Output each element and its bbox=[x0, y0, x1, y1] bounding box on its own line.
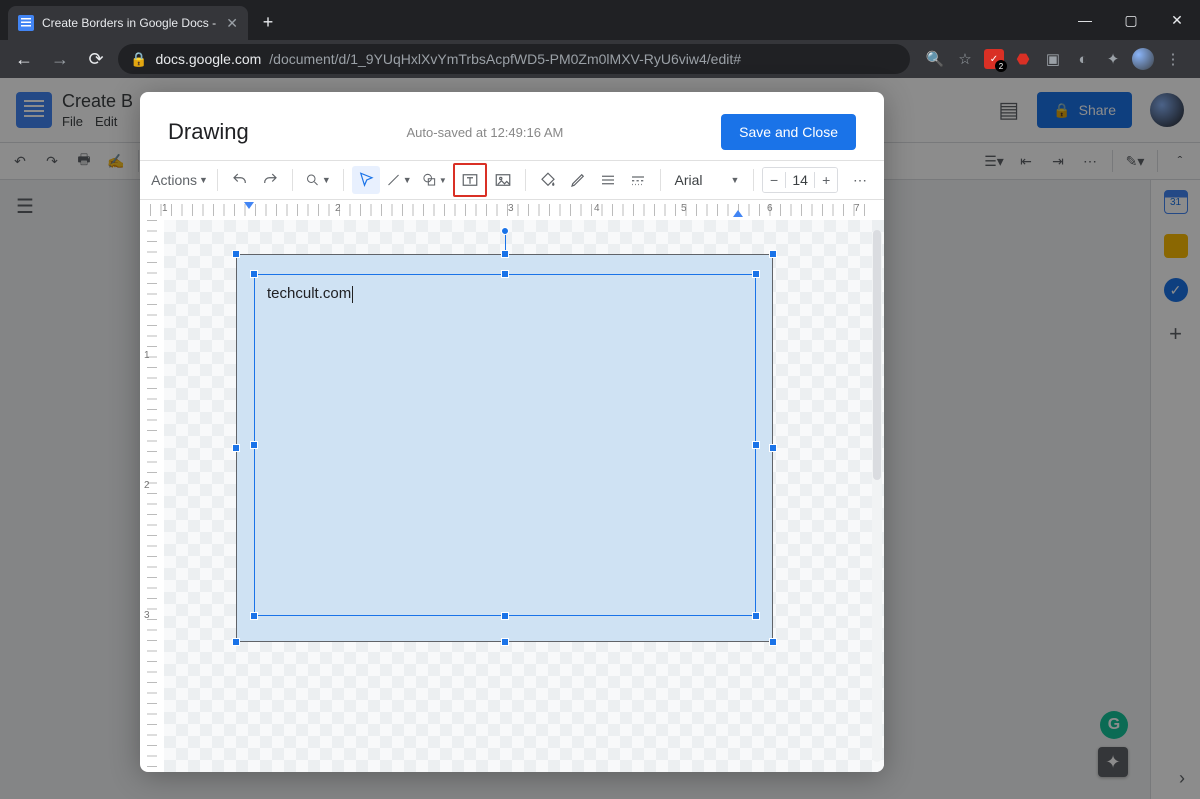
resize-handle-sw[interactable] bbox=[232, 638, 240, 646]
tb-handle-e[interactable] bbox=[752, 441, 760, 449]
tb-handle-sw[interactable] bbox=[250, 612, 258, 620]
text-box-tool-highlight bbox=[453, 163, 487, 197]
border-dash-button[interactable] bbox=[624, 166, 652, 194]
resize-handle-nw[interactable] bbox=[232, 250, 240, 258]
browser-titlebar: Create Borders in Google Docs - ✕ + ― ▢ … bbox=[0, 0, 1200, 40]
resize-handle-e[interactable] bbox=[769, 444, 777, 452]
drawing-dialog: Drawing Auto-saved at 12:49:16 AM Save a… bbox=[140, 92, 884, 772]
extension-unknown-icon[interactable]: ◐ bbox=[1072, 48, 1094, 70]
tab-title: Create Borders in Google Docs - bbox=[42, 16, 218, 30]
url-path: /document/d/1_9YUqHxlXvYmTrbsAcpfWD5-PM0… bbox=[269, 51, 741, 67]
rotation-handle[interactable] bbox=[501, 227, 509, 235]
omnibox[interactable]: 🔒 docs.google.com/document/d/1_9YUqHxlXv… bbox=[118, 44, 910, 74]
extensions-puzzle-icon[interactable]: ✦ bbox=[1102, 48, 1124, 70]
border-color-button[interactable] bbox=[564, 166, 592, 194]
shape-tool-dropdown[interactable]: ▼ bbox=[418, 166, 451, 194]
bookmark-star-icon[interactable]: ☆ bbox=[954, 48, 976, 70]
tb-handle-s[interactable] bbox=[501, 612, 509, 620]
profile-avatar-icon[interactable] bbox=[1132, 48, 1154, 70]
drawing-title: Drawing bbox=[168, 119, 249, 145]
line-tool-dropdown[interactable]: ▼ bbox=[382, 166, 416, 194]
fill-color-button[interactable] bbox=[534, 166, 562, 194]
ruler-left-indent-icon[interactable] bbox=[244, 202, 254, 209]
tb-handle-nw[interactable] bbox=[250, 270, 258, 278]
nav-back-button[interactable]: ← bbox=[10, 45, 38, 73]
text-caret bbox=[352, 286, 353, 303]
extension-todoist-icon[interactable]: ✓2 bbox=[984, 49, 1004, 69]
font-size-increase[interactable]: + bbox=[815, 168, 836, 192]
font-size-decrease[interactable]: − bbox=[763, 168, 784, 192]
window-controls: ― ▢ ✕ bbox=[1062, 0, 1200, 40]
font-family-dropdown[interactable]: Arial▼ bbox=[669, 172, 746, 188]
tab-close-icon[interactable]: ✕ bbox=[226, 15, 238, 32]
window-close-button[interactable]: ✕ bbox=[1154, 0, 1200, 40]
find-in-page-icon[interactable]: 🔍 bbox=[924, 48, 946, 70]
new-tab-button[interactable]: + bbox=[254, 8, 282, 36]
vertical-ruler[interactable]: 1 2 3 bbox=[140, 220, 164, 772]
browser-menu-icon[interactable]: ⋮ bbox=[1162, 48, 1184, 70]
more-tools-button[interactable]: ⋯ bbox=[846, 166, 874, 194]
extension-pip-icon[interactable]: ▣ bbox=[1042, 48, 1064, 70]
image-tool[interactable] bbox=[489, 166, 517, 194]
autosave-status: Auto-saved at 12:49:16 AM bbox=[407, 125, 564, 140]
font-size-stepper[interactable]: − 14 + bbox=[762, 167, 838, 193]
select-tool[interactable] bbox=[352, 166, 380, 194]
resize-handle-w[interactable] bbox=[232, 444, 240, 452]
tb-handle-se[interactable] bbox=[752, 612, 760, 620]
browser-address-bar: ← → ⟳ 🔒 docs.google.com/document/d/1_9YU… bbox=[0, 40, 1200, 78]
save-and-close-button[interactable]: Save and Close bbox=[721, 114, 856, 150]
tb-handle-n[interactable] bbox=[501, 270, 509, 278]
window-maximize-button[interactable]: ▢ bbox=[1108, 0, 1154, 40]
resize-handle-ne[interactable] bbox=[769, 250, 777, 258]
url-host: docs.google.com bbox=[155, 51, 261, 67]
border-weight-button[interactable] bbox=[594, 166, 622, 194]
redo-button[interactable] bbox=[256, 166, 284, 194]
ruler-right-indent-icon[interactable] bbox=[733, 210, 743, 217]
docs-favicon-icon bbox=[18, 15, 34, 31]
undo-button[interactable] bbox=[226, 166, 254, 194]
canvas-scrollbar[interactable] bbox=[872, 230, 882, 762]
font-size-value[interactable]: 14 bbox=[785, 172, 816, 188]
nav-reload-button[interactable]: ⟳ bbox=[82, 45, 110, 73]
resize-handle-se[interactable] bbox=[769, 638, 777, 646]
window-minimize-button[interactable]: ― bbox=[1062, 0, 1108, 40]
tb-handle-w[interactable] bbox=[250, 441, 258, 449]
tb-handle-ne[interactable] bbox=[752, 270, 760, 278]
lock-icon: 🔒 bbox=[130, 51, 147, 68]
resize-handle-n[interactable] bbox=[501, 250, 509, 258]
text-box-tool[interactable] bbox=[456, 166, 484, 194]
actions-dropdown[interactable]: Actions▼ bbox=[150, 166, 209, 194]
drawing-canvas[interactable]: techcult.com bbox=[164, 220, 884, 772]
extension-badge-count: 2 bbox=[995, 60, 1007, 72]
drawing-toolbar: Actions▼ ▼ ▼ ▼ bbox=[140, 160, 884, 200]
text-box-content[interactable]: techcult.com bbox=[267, 285, 353, 303]
nav-forward-button[interactable]: → bbox=[46, 45, 74, 73]
canvas-scroll-thumb[interactable] bbox=[873, 230, 881, 480]
browser-tab[interactable]: Create Borders in Google Docs - ✕ bbox=[8, 6, 248, 40]
horizontal-ruler[interactable]: 1 2 3 4 5 6 7 bbox=[140, 200, 884, 220]
zoom-dropdown[interactable]: ▼ bbox=[301, 166, 335, 194]
resize-handle-s[interactable] bbox=[501, 638, 509, 646]
text-box-editing[interactable]: techcult.com bbox=[254, 274, 756, 616]
extension-adblock-icon[interactable]: ⬣ bbox=[1012, 48, 1034, 70]
